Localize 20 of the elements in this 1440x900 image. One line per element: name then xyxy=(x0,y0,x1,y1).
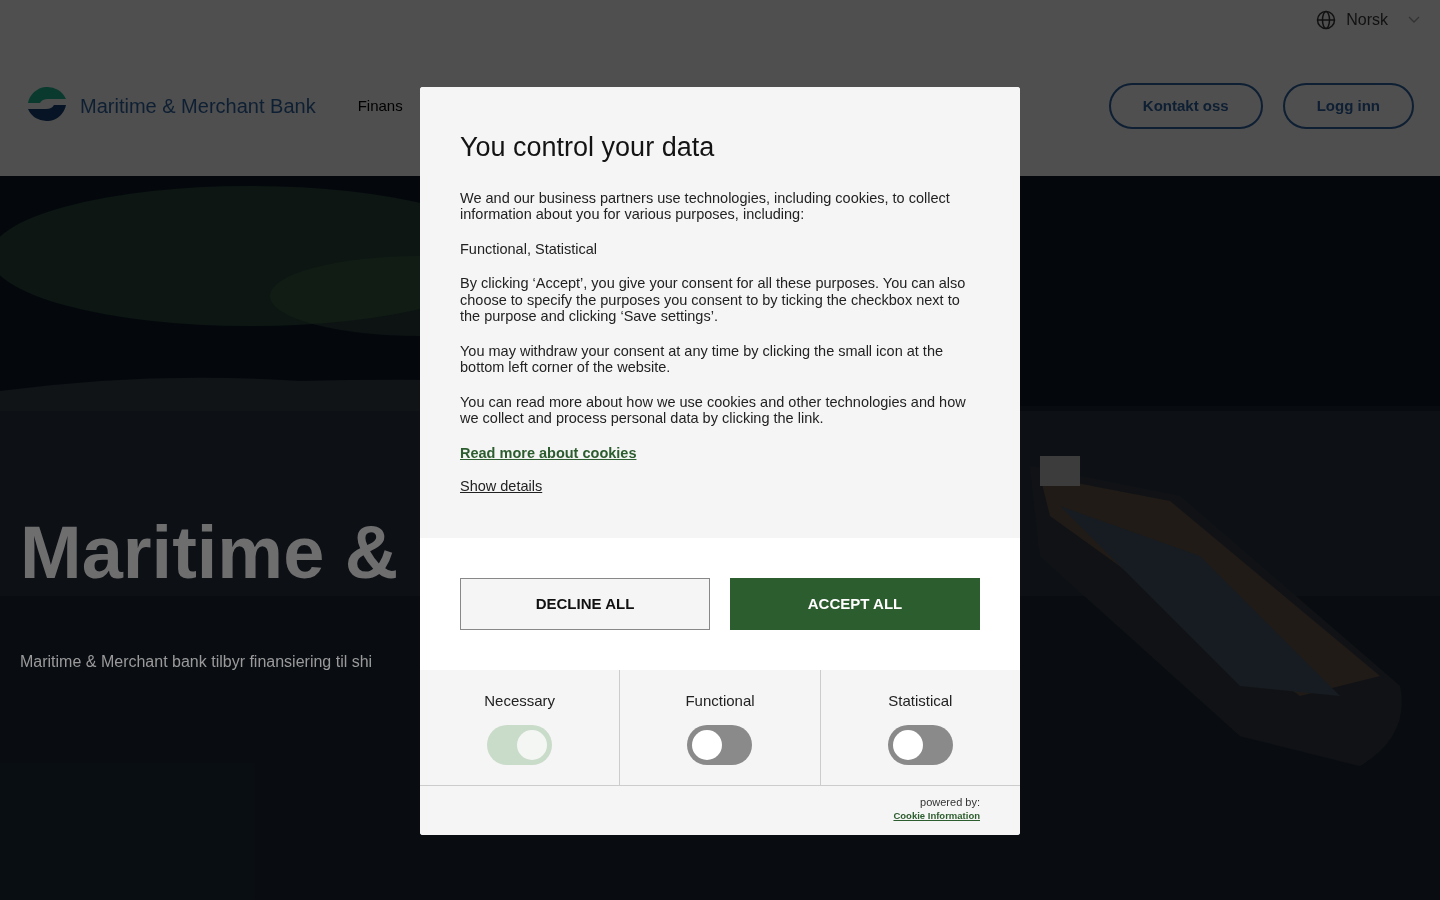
toggle-switch[interactable] xyxy=(687,724,753,765)
dialog-paragraph: You can read more about how we use cookies and other technologies and how we collect and process personal data by clicking the link. xyxy=(460,393,967,427)
decline-button[interactable]: DECLINE ALL xyxy=(460,578,710,630)
dialog-paragraph: Functional, Statistical xyxy=(460,240,598,257)
provider-link[interactable]: Cookie Information xyxy=(893,808,980,823)
dialog-title: You control your data xyxy=(460,131,716,164)
purpose-label: Statistical xyxy=(888,691,953,711)
toggle-switch[interactable] xyxy=(887,724,953,765)
show-details-link[interactable]: Show details xyxy=(460,476,543,498)
read-more-link[interactable]: Read more about cookies xyxy=(460,442,637,465)
powered-by-label: powered by: xyxy=(920,795,980,809)
globe-icon xyxy=(1316,10,1337,30)
purpose-label: Necessary xyxy=(484,691,556,711)
dialog-paragraph: We and our business partners use technologies, including cookies, to collect information about you for various purposes, including: xyxy=(460,189,951,223)
accept-button[interactable]: ACCEPT ALL xyxy=(730,578,980,630)
purpose-label: Functional xyxy=(685,691,755,711)
hero-subtitle: Maritime & Merchant bank tilbyr finansiering til shi xyxy=(20,652,373,672)
dialog-paragraph: You may withdraw your consent at any time by clicking the small icon at the bottom left corner of the website. xyxy=(460,342,945,376)
hero-title: Maritime & xyxy=(20,516,399,590)
dialog-paragraph: By clicking ‘Accept’, you give your consent for all these purposes. You can also choose to specify the purposes you consent to by ticking the checkbox next to the purpose and clicking ‘Save settings’. xyxy=(460,275,967,325)
